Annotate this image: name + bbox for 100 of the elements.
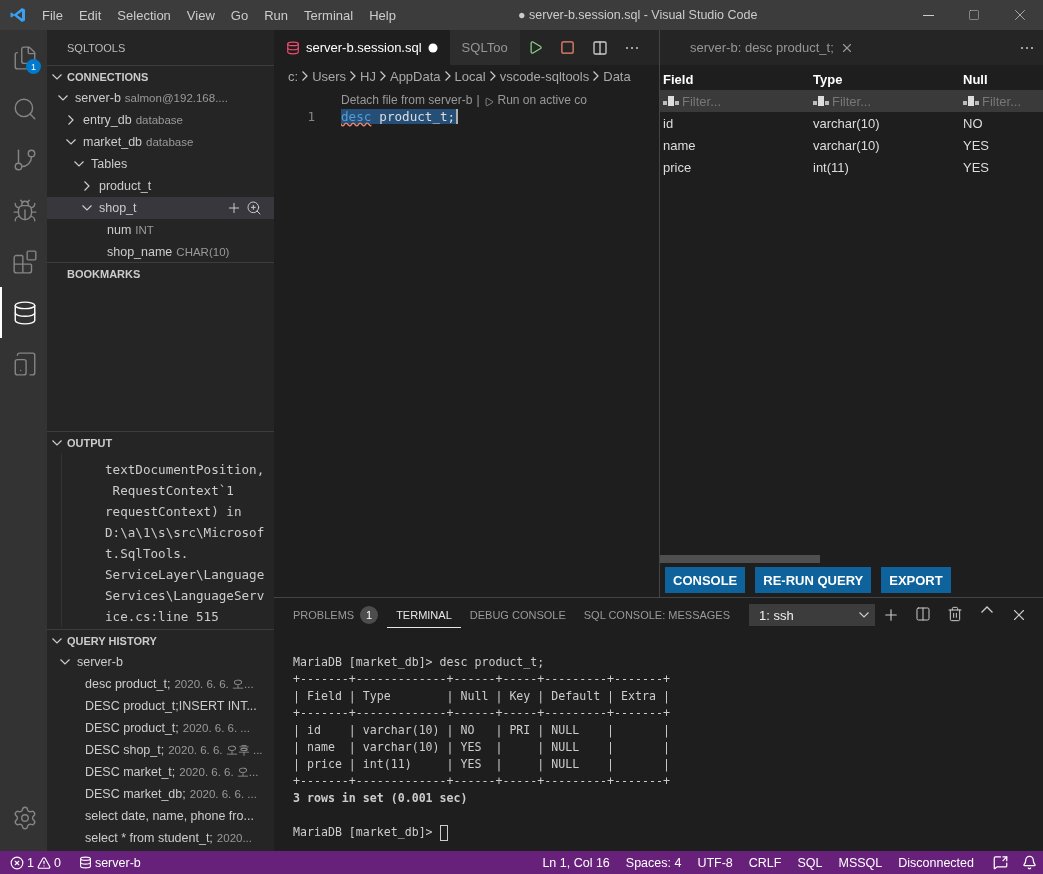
codelens-link[interactable]: Detach file from server-b: [341, 93, 473, 107]
status-item[interactable]: Ln 1, Col 16: [537, 855, 615, 870]
section-header[interactable]: BOOKMARKS: [47, 262, 274, 284]
activity-item[interactable]: 1: [0, 32, 47, 83]
section-header[interactable]: CONNECTIONS: [47, 65, 274, 87]
unsaved-dot-icon: [427, 42, 438, 53]
section-header[interactable]: QUERY HISTORY: [47, 629, 274, 651]
tree-label: num: [107, 223, 132, 237]
bell-icon[interactable]: [1022, 855, 1037, 870]
tree-item[interactable]: Tables: [47, 153, 274, 175]
terminal-select[interactable]: 1: ssh: [749, 604, 875, 626]
panel-tab[interactable]: TERMINAL: [387, 602, 461, 628]
error-count: 1: [27, 855, 34, 870]
tree-label: DESC shop_t;: [85, 743, 165, 757]
tree-detail: 2020...: [216, 832, 252, 844]
status-item[interactable]: Disconnected: [893, 855, 979, 870]
section-header[interactable]: OUTPUT: [47, 431, 274, 453]
codelens-link[interactable]: Run on active co: [497, 93, 587, 107]
connection-status[interactable]: server-b: [78, 855, 141, 870]
terminal-line: MariaDB [market_db]> desc product_t;: [293, 654, 545, 671]
column-header: Type: [813, 71, 844, 87]
menu-item[interactable]: Help: [361, 7, 404, 23]
editor-tab[interactable]: SQLToo: [449, 30, 520, 65]
panel-tab[interactable]: SQL CONSOLE: MESSAGES: [574, 602, 740, 628]
tree-item[interactable]: desc product_t; 2020. 6. 6. 오...: [47, 673, 274, 695]
terminal-line: +-------+-------------+------+-----+---------+-------+: [293, 671, 670, 688]
breadcrumb-item[interactable]: HJ: [360, 68, 376, 84]
tree-item[interactable]: select * from student_t; 2020...: [47, 827, 274, 849]
tree-item[interactable]: shop_t: [47, 197, 274, 219]
tree-label: product_t: [99, 179, 152, 193]
tree-label: DESC product_t;INSERT INT...: [85, 699, 257, 713]
editor-tab[interactable]: server-b.session.sql: [274, 30, 450, 65]
breadcrumb-item[interactable]: Local: [454, 68, 486, 84]
tree-label: shop_t: [99, 201, 137, 215]
menu-item[interactable]: Selection: [109, 7, 179, 23]
tree-item[interactable]: DESC product_t; 2020. 6. 6. ...: [47, 717, 274, 739]
menu-item[interactable]: Go: [222, 7, 257, 23]
terminal-line: +-------+-------------+------+-----+---------+-------+: [293, 773, 670, 790]
terminal-line: +-------+-------------+------+-----+---------+-------+: [293, 705, 670, 722]
tree-item[interactable]: DESC shop_t; 2020. 6. 6. 오후 ...: [47, 739, 274, 761]
tree-item[interactable]: shop_name CHAR(10): [47, 241, 274, 262]
warning-icon: [36, 855, 51, 870]
tree-item[interactable]: DESC market_t; 2020. 6. 6. 오...: [47, 761, 274, 783]
action-button[interactable]: RE-RUN QUERY: [755, 567, 872, 593]
trash-icon: [947, 606, 963, 622]
panel-tab[interactable]: PROBLEMS 1: [284, 599, 388, 631]
tree-label: select * from student_t;: [85, 831, 213, 845]
action-button[interactable]: EXPORT: [881, 567, 951, 593]
database-icon: [78, 856, 92, 869]
text-filter-icon: [963, 96, 979, 106]
tree-item[interactable]: DESC product_t;INSERT INT...: [47, 695, 274, 717]
problems-status[interactable]: 1 0: [10, 855, 61, 870]
terminal-line: | id | varchar(10) | NO | PRI | NULL | |: [293, 722, 670, 739]
section-title: CONNECTIONS: [67, 70, 149, 83]
chevron-up-icon: [981, 606, 993, 613]
status-item[interactable]: Spaces: 4: [620, 855, 687, 870]
tree-detail: INT: [135, 224, 154, 236]
panel-tab[interactable]: DEBUG CONSOLE: [460, 602, 575, 628]
filter-field[interactable]: Filter...: [832, 93, 932, 109]
filter-field[interactable]: Filter...: [982, 93, 1043, 109]
tree-item[interactable]: server-b: [47, 651, 274, 673]
tree-item[interactable]: num INT: [47, 219, 274, 241]
add-icon[interactable]: [226, 200, 242, 216]
window-title: ● server-b.session.sql - Visual Studio Code: [518, 8, 758, 22]
breadcrumb-item[interactable]: AppData: [389, 68, 441, 84]
tree-item[interactable]: entry_db database: [47, 109, 274, 131]
scrollbar[interactable]: [660, 555, 820, 563]
feedback-icon[interactable]: [993, 855, 1008, 870]
split-icon: [915, 606, 931, 622]
menu-item[interactable]: Edit: [70, 7, 110, 23]
table-cell-text: varchar(10): [813, 137, 881, 153]
filter-field[interactable]: Filter...: [682, 93, 782, 109]
tree-item[interactable]: product_t: [47, 175, 274, 197]
status-item[interactable]: UTF-8: [692, 855, 738, 870]
tree-item[interactable]: server-b salmon@192.168....: [47, 87, 274, 109]
tree-item[interactable]: select date, name, phone fro...: [47, 805, 274, 827]
breadcrumb-item[interactable]: vscode-sqltools: [499, 68, 590, 84]
menu-item[interactable]: View: [178, 7, 223, 23]
menu-item[interactable]: File: [34, 7, 71, 23]
separator: |: [476, 93, 480, 107]
section-title: BOOKMARKS: [67, 267, 141, 280]
breadcrumb-item[interactable]: c:: [288, 68, 299, 84]
tree-item[interactable]: market_db database: [47, 131, 274, 153]
action-button[interactable]: CONSOLE: [665, 567, 746, 593]
menu-item[interactable]: Terminal: [296, 7, 362, 23]
terminal-line: 3 rows in set (0.001 sec): [293, 790, 468, 807]
status-item[interactable]: MSSQL: [833, 855, 888, 870]
breadcrumb-item[interactable]: Data: [603, 68, 631, 84]
tree-label: Tables: [91, 157, 128, 171]
tree-item[interactable]: DESC market_db; 2020. 6. 6. ...: [47, 783, 274, 805]
split-icon: [591, 39, 608, 56]
menu-item[interactable]: Run: [256, 7, 296, 23]
breadcrumb-item[interactable]: Users: [312, 68, 347, 84]
zoom-in-icon[interactable]: [246, 200, 262, 216]
status-item[interactable]: SQL: [792, 855, 828, 870]
error-icon: [10, 855, 24, 870]
tree-detail: database: [146, 136, 194, 148]
tree-label: DESC market_t;: [85, 765, 176, 779]
status-item[interactable]: CRLF: [743, 855, 787, 870]
tree-detail: 2020. 6. 6. 오후 ...: [168, 742, 263, 758]
